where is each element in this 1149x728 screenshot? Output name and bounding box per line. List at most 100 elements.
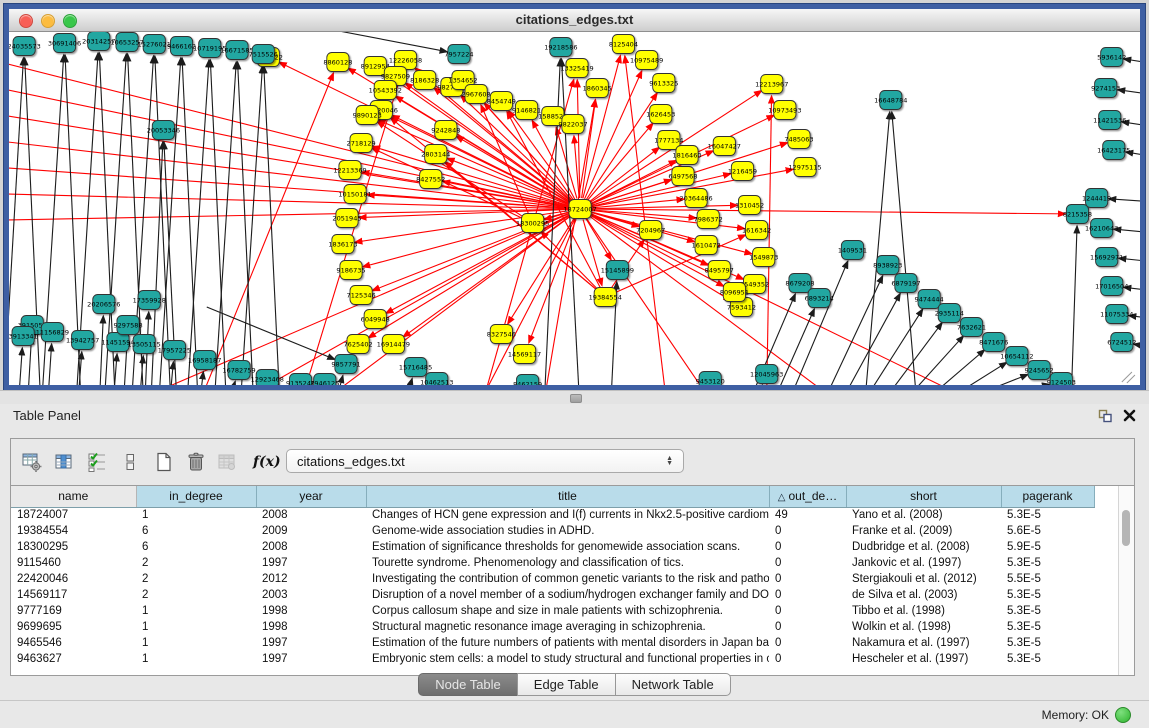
table-cell[interactable]: 0	[769, 603, 846, 619]
table-cell[interactable]: 2009	[256, 523, 366, 539]
graph-node[interactable]: 3913341	[9, 327, 38, 346]
graph-node[interactable]: 8495797	[705, 261, 734, 280]
graph-node[interactable]: 1549873	[749, 248, 778, 267]
table-cell[interactable]: Investigating the contribution of common…	[366, 571, 769, 587]
table-row[interactable]: 1938455462009Genome-wide association stu…	[11, 523, 1094, 539]
tab-network-table[interactable]: Network Table	[615, 673, 731, 696]
table-cell[interactable]: 1	[136, 635, 256, 651]
graph-node[interactable]: 13325419	[560, 59, 593, 78]
column-header-pagerank[interactable]: pagerank	[1001, 486, 1094, 507]
splitter-grip[interactable]	[570, 394, 582, 403]
graph-node[interactable]: 8125404	[609, 35, 638, 54]
table-cell[interactable]: Estimation of significance thresholds fo…	[366, 539, 769, 555]
table-row[interactable]: 946362711997Embryonic stem cells: a mode…	[11, 651, 1094, 667]
table-row[interactable]: 1456911722003Disruption of a novel membe…	[11, 587, 1094, 603]
graph-node[interactable]: 6879197	[891, 274, 920, 293]
graph-node[interactable]: 10975489	[630, 51, 663, 70]
graph-node[interactable]: 17016504	[1095, 277, 1128, 296]
function-builder-button[interactable]: f(x)	[251, 448, 281, 476]
graph-node[interactable]: 16047427	[708, 137, 741, 156]
graph-node[interactable]: 1626453	[646, 105, 675, 124]
graph-node[interactable]: 9822037	[558, 115, 587, 134]
graph-node[interactable]: 2718129	[347, 134, 376, 153]
table-cell[interactable]: Wolkin et al. (1998)	[846, 619, 1001, 635]
graph-node[interactable]: 12975115	[788, 158, 821, 177]
graph-node[interactable]: 7986372	[694, 210, 723, 229]
graph-node[interactable]: 20206576	[87, 295, 120, 314]
select-all-button[interactable]	[84, 448, 110, 476]
table-cell[interactable]: 1	[136, 507, 256, 523]
table-cell[interactable]: Nakamura et al. (1997)	[846, 635, 1001, 651]
table-selector-dropdown[interactable]: citations_edges.txt ▲▼	[286, 449, 684, 473]
table-cell[interactable]: 1998	[256, 619, 366, 635]
vertical-scrollbar[interactable]	[1118, 486, 1134, 675]
table-cell[interactable]: 2008	[256, 539, 366, 555]
table-cell[interactable]: 5.5E-5	[1001, 571, 1094, 587]
graph-node[interactable]: 8215358	[1063, 205, 1092, 224]
graph-node[interactable]: 30691406	[48, 34, 81, 53]
graph-node[interactable]: 15692971	[1090, 248, 1123, 267]
graph-node[interactable]: 10973493	[768, 101, 801, 120]
table-row[interactable]: 2242004622012Investigating the contribut…	[11, 571, 1094, 587]
graph-node[interactable]: 9242848	[431, 121, 460, 140]
graph-node[interactable]: 16423175	[1097, 141, 1130, 160]
table-cell[interactable]: Structural magnetic resonance image aver…	[366, 619, 769, 635]
column-header-out_de[interactable]: △out_de…	[769, 486, 846, 507]
column-header-in_degree[interactable]: in_degree	[136, 486, 256, 507]
table-cell[interactable]: 5.3E-5	[1001, 507, 1094, 523]
graph-node[interactable]: 1616342	[742, 221, 771, 240]
table-cell[interactable]: 1	[136, 619, 256, 635]
graph-node[interactable]: 6049948	[361, 310, 390, 329]
table-row[interactable]: 946554611997Estimation of the future num…	[11, 635, 1094, 651]
graph-node[interactable]: 19218586	[544, 38, 577, 57]
table-cell[interactable]: 5.3E-5	[1001, 555, 1094, 571]
graph-node[interactable]: 6497568	[668, 167, 697, 186]
table-cell[interactable]: Disruption of a novel member of a sodium…	[366, 587, 769, 603]
table-cell[interactable]: 0	[769, 619, 846, 635]
graph-node[interactable]: 9453120	[696, 372, 725, 386]
table-cell[interactable]: 2008	[256, 507, 366, 523]
graph-node[interactable]: 5936142	[1097, 48, 1126, 67]
column-header-name[interactable]: name	[11, 486, 136, 507]
graph-node[interactable]: 2935114	[935, 304, 964, 323]
graph-node[interactable]: 7625402	[344, 335, 373, 354]
graph-node[interactable]: 8471676	[979, 333, 1008, 352]
graph-node[interactable]: 1860345	[583, 79, 612, 98]
graph-node[interactable]: 24035573	[9, 37, 41, 56]
table-cell[interactable]: de Silva et al. (2003)	[846, 587, 1001, 603]
table-cell[interactable]: 0	[769, 571, 846, 587]
table-cell[interactable]: Stergiakouli et al. (2012)	[846, 571, 1001, 587]
graph-node[interactable]: 1216459	[728, 162, 757, 181]
table-row[interactable]: 1872400712008Changes of HCN gene express…	[11, 507, 1094, 523]
table-row[interactable]: 969969511998Structural magnetic resonanc…	[11, 619, 1094, 635]
table-cell[interactable]: Franke et al. (2009)	[846, 523, 1001, 539]
tab-node-table[interactable]: Node Table	[418, 673, 517, 696]
table-row[interactable]: 911546021997Tourette syndrome. Phenomeno…	[11, 555, 1094, 571]
table-cell[interactable]: 5.3E-5	[1001, 619, 1094, 635]
table-cell[interactable]: 2	[136, 587, 256, 603]
table-cell[interactable]: 2003	[256, 587, 366, 603]
horizontal-splitter[interactable]	[0, 390, 1149, 405]
table-row[interactable]: 977716911998Corpus callosum shape and si…	[11, 603, 1094, 619]
column-header-short[interactable]: short	[846, 486, 1001, 507]
graph-node[interactable]: 11075334	[1100, 305, 1133, 324]
graph-node[interactable]: 8186328	[410, 71, 439, 90]
graph-node[interactable]: 14569117	[508, 345, 541, 364]
graph-node[interactable]: 20053346	[147, 121, 180, 140]
graph-node[interactable]: 9245652	[1025, 361, 1054, 380]
graph-node[interactable]: 9890123	[353, 106, 382, 125]
graph-node[interactable]: 1244419	[1082, 189, 1111, 208]
graph-node[interactable]: 1816460	[672, 146, 701, 165]
close-panel-icon[interactable]	[1122, 408, 1137, 423]
table-cell[interactable]: 49	[769, 507, 846, 523]
graph-node[interactable]: 6893214	[805, 289, 834, 308]
table-cell[interactable]: 9463627	[11, 651, 136, 667]
table-cell[interactable]: 1	[136, 651, 256, 667]
graph-node[interactable]: 9466162	[167, 37, 196, 56]
graph-node[interactable]: 16210643	[1085, 219, 1118, 238]
table-cell[interactable]: 0	[769, 651, 846, 667]
graph-node[interactable]: 8462159	[513, 375, 542, 386]
table-cell[interactable]: 2	[136, 555, 256, 571]
graph-node[interactable]: 9613325	[649, 74, 678, 93]
table-cell[interactable]: 22420046	[11, 571, 136, 587]
